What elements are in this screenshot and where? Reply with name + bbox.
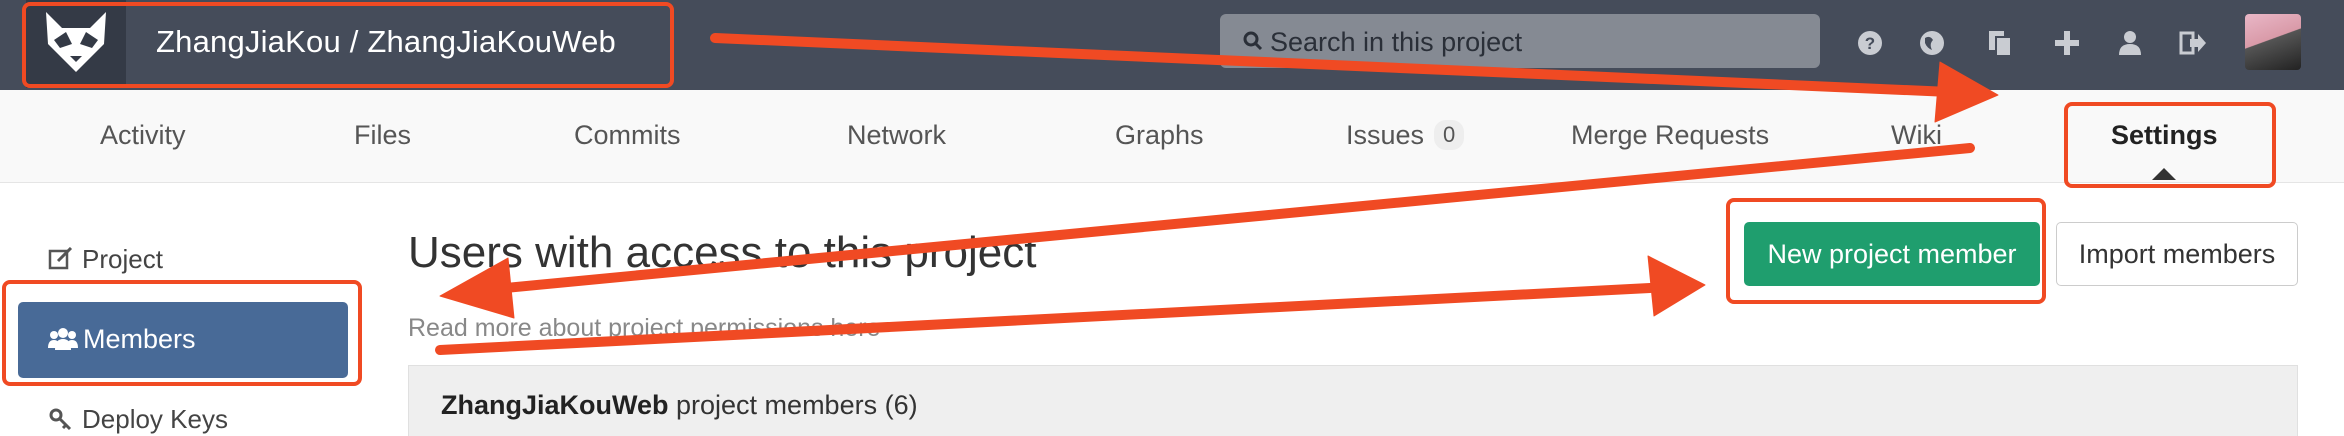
sidebar-item-deploy-keys[interactable]: Deploy Keys bbox=[48, 404, 228, 435]
copy-icon[interactable] bbox=[1983, 26, 2017, 60]
tab-commits[interactable]: Commits bbox=[574, 120, 681, 151]
sign-out-icon[interactable] bbox=[2176, 26, 2210, 60]
plus-icon[interactable] bbox=[2050, 26, 2084, 60]
sidebar-item-label: Project bbox=[82, 244, 163, 274]
members-panel-heading: ZhangJiaKouWeb project members (6) bbox=[408, 365, 2298, 436]
key-icon bbox=[49, 408, 72, 431]
tab-issues-label: Issues bbox=[1346, 120, 1425, 150]
avatar[interactable] bbox=[2245, 14, 2301, 70]
tab-wiki[interactable]: Wiki bbox=[1891, 120, 1942, 151]
help-icon[interactable]: ? bbox=[1853, 26, 1887, 60]
svg-text:?: ? bbox=[1865, 34, 1875, 53]
user-icon[interactable] bbox=[2113, 26, 2147, 60]
search-input[interactable]: Search in this project bbox=[1220, 14, 1820, 68]
project-nav: Activity Files Commits Network Graphs Is… bbox=[0, 90, 2344, 183]
panel-members-count: project members (6) bbox=[668, 390, 918, 420]
globe-icon[interactable] bbox=[1915, 26, 1949, 60]
issues-count-badge: 0 bbox=[1434, 120, 1465, 150]
tab-network[interactable]: Network bbox=[847, 120, 946, 151]
tab-files[interactable]: Files bbox=[354, 120, 411, 151]
import-members-button[interactable]: Import members bbox=[2056, 222, 2298, 286]
search-icon bbox=[1243, 31, 1263, 51]
edit-icon bbox=[48, 247, 73, 270]
tab-activity[interactable]: Activity bbox=[100, 120, 186, 151]
search-placeholder: Search in this project bbox=[1270, 27, 1523, 57]
tab-graphs[interactable]: Graphs bbox=[1115, 120, 1204, 151]
sidebar-item-project[interactable]: Project bbox=[48, 244, 163, 275]
arrowhead-new-member bbox=[1647, 255, 1706, 317]
highlight-box-settings bbox=[2064, 102, 2276, 188]
page-title: Users with access to this project bbox=[408, 228, 1037, 277]
permissions-help-link[interactable]: Read more about project permissions here bbox=[408, 314, 880, 343]
highlight-box-members bbox=[2, 280, 362, 386]
tab-merge-requests[interactable]: Merge Requests bbox=[1571, 120, 1769, 151]
tab-issues[interactable]: Issues 0 bbox=[1346, 120, 1465, 151]
highlight-box-project bbox=[22, 2, 674, 88]
members-panel-title: ZhangJiaKouWeb project members (6) bbox=[441, 390, 918, 421]
highlight-box-new-member bbox=[1726, 198, 2046, 304]
panel-project-name: ZhangJiaKouWeb bbox=[441, 390, 669, 420]
